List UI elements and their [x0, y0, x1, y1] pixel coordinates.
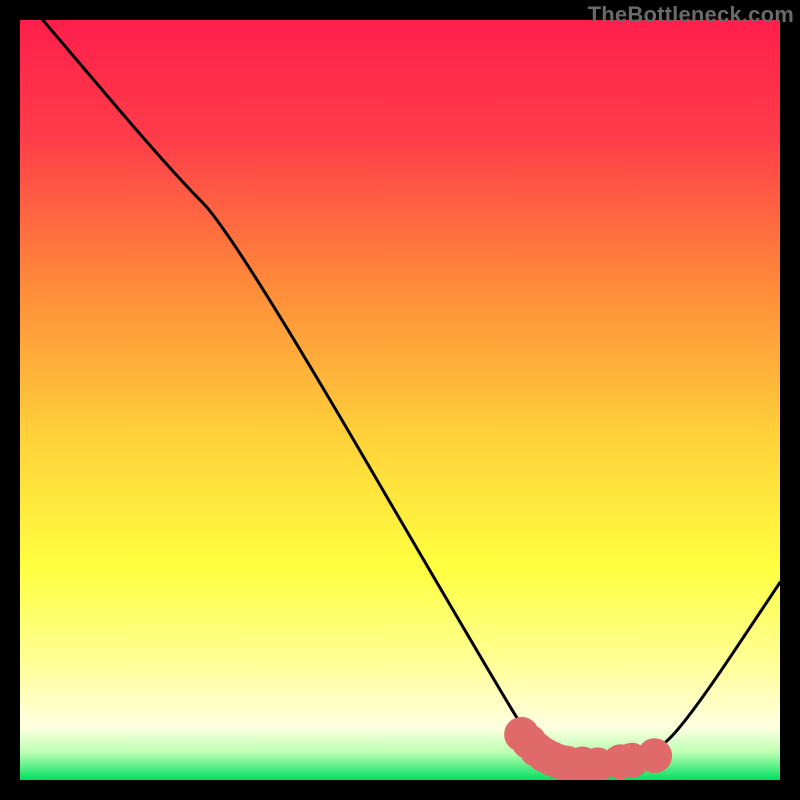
bottleneck-chart [20, 20, 780, 780]
gradient-background [20, 20, 780, 780]
optimal-marker [637, 738, 672, 773]
watermark-text: TheBottleneck.com [588, 2, 794, 28]
chart-frame [20, 20, 780, 780]
